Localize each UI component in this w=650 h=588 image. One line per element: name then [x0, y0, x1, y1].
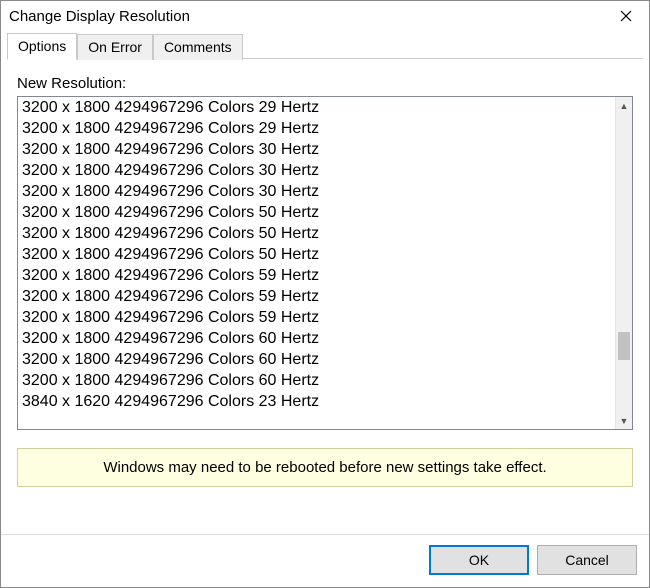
- list-item[interactable]: 3200 x 1800 4294967296 Colors 30 Hertz: [22, 139, 611, 160]
- list-item[interactable]: 3200 x 1800 4294967296 Colors 50 Hertz: [22, 244, 611, 265]
- list-item[interactable]: 3200 x 1800 4294967296 Colors 30 Hertz: [22, 160, 611, 181]
- list-item[interactable]: 3200 x 1800 4294967296 Colors 30 Hertz: [22, 181, 611, 202]
- dialog-window: Change Display Resolution Options On Err…: [0, 0, 650, 588]
- window-title: Change Display Resolution: [9, 8, 190, 25]
- list-item[interactable]: 3200 x 1800 4294967296 Colors 50 Hertz: [22, 223, 611, 244]
- list-item[interactable]: 3200 x 1800 4294967296 Colors 50 Hertz: [22, 202, 611, 223]
- tab-on-error[interactable]: On Error: [77, 34, 153, 60]
- reboot-notice: Windows may need to be rebooted before n…: [17, 448, 633, 487]
- list-item[interactable]: 3200 x 1800 4294967296 Colors 60 Hertz: [22, 349, 611, 370]
- close-icon: [620, 10, 632, 22]
- tab-content-options: New Resolution: 3200 x 1800 4294967296 C…: [1, 59, 649, 534]
- scroll-up-button[interactable]: ▲: [616, 97, 632, 114]
- tab-comments[interactable]: Comments: [153, 34, 243, 60]
- chevron-down-icon: ▼: [620, 416, 629, 426]
- new-resolution-label: New Resolution:: [17, 75, 633, 92]
- list-item[interactable]: 3200 x 1800 4294967296 Colors 60 Hertz: [22, 370, 611, 391]
- resolution-listbox[interactable]: 3200 x 1800 4294967296 Colors 29 Hertz32…: [17, 96, 633, 430]
- list-item[interactable]: 3200 x 1800 4294967296 Colors 29 Hertz: [22, 118, 611, 139]
- tab-options[interactable]: Options: [7, 33, 77, 60]
- close-button[interactable]: [609, 5, 643, 27]
- ok-button[interactable]: OK: [429, 545, 529, 575]
- list-item[interactable]: 3200 x 1800 4294967296 Colors 29 Hertz: [22, 97, 611, 118]
- titlebar: Change Display Resolution: [1, 1, 649, 31]
- scroll-down-button[interactable]: ▼: [616, 412, 632, 429]
- scrollbar-thumb[interactable]: [618, 332, 630, 360]
- tab-strip: Options On Error Comments: [1, 31, 649, 59]
- list-item[interactable]: 3200 x 1800 4294967296 Colors 59 Hertz: [22, 265, 611, 286]
- list-item[interactable]: 3200 x 1800 4294967296 Colors 59 Hertz: [22, 307, 611, 328]
- list-item[interactable]: 3840 x 1620 4294967296 Colors 23 Hertz: [22, 391, 611, 412]
- resolution-list-viewport[interactable]: 3200 x 1800 4294967296 Colors 29 Hertz32…: [18, 97, 615, 429]
- cancel-button[interactable]: Cancel: [537, 545, 637, 575]
- chevron-up-icon: ▲: [620, 101, 629, 111]
- list-item[interactable]: 3200 x 1800 4294967296 Colors 59 Hertz: [22, 286, 611, 307]
- list-item[interactable]: 3200 x 1800 4294967296 Colors 60 Hertz: [22, 328, 611, 349]
- scrollbar[interactable]: ▲ ▼: [615, 97, 632, 429]
- scrollbar-track[interactable]: [616, 114, 632, 412]
- button-row: OK Cancel: [1, 534, 649, 587]
